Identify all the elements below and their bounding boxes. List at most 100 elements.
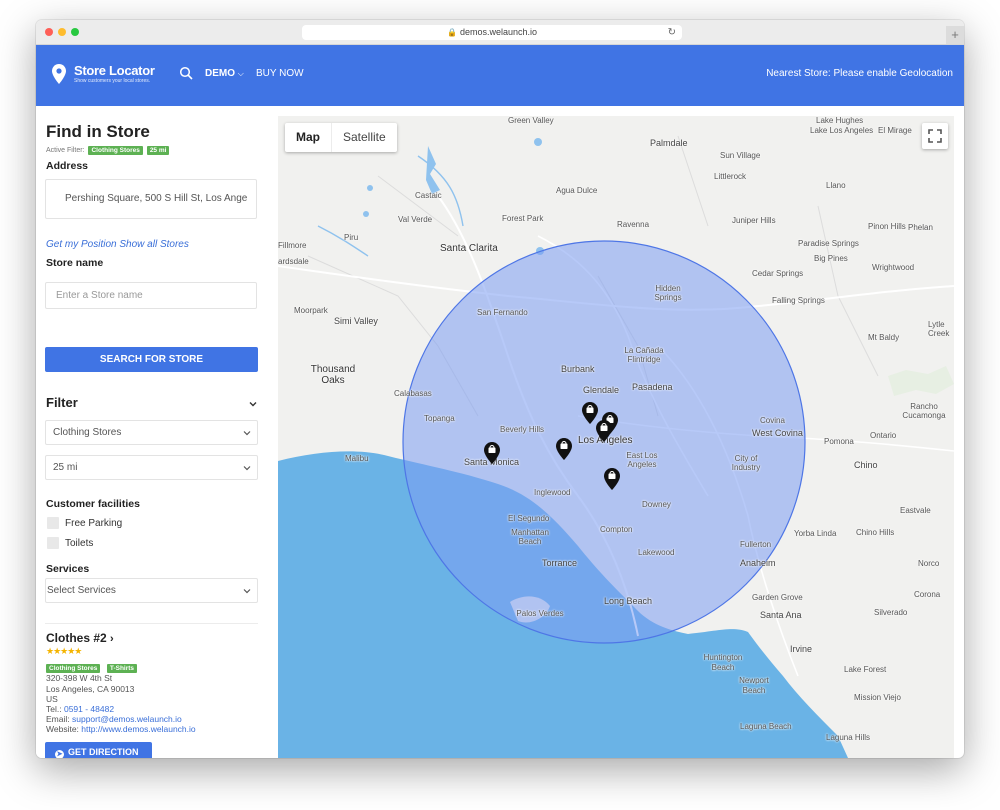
store-tag: T-Shirts [106,664,138,673]
map-place-label: La Cañada Flintridge [624,346,664,364]
map-place-label: Inglewood [534,488,571,497]
email-link[interactable]: support@demos.welaunch.io [72,714,182,724]
free-parking-checkbox[interactable] [47,517,59,529]
website-label: Website: [46,724,79,734]
map-place-label: Rancho Cucamonga [902,402,946,420]
store-marker-icon[interactable] [484,442,500,464]
category-select[interactable]: Clothing Stores [45,420,258,445]
chevron-down-icon[interactable] [249,400,257,408]
map-place-label: Irvine [790,644,813,654]
browser-window: 🔒 demos.welaunch.io ↻ + Store Locator Sho… [36,20,964,758]
map-place-label: Pomona [824,437,854,446]
map-place-label: Anaheim [740,558,776,568]
logo-title[interactable]: Store Locator [74,63,155,78]
map-place-label: Lake Hughes [816,116,864,125]
map-place-label: East Los Angeles [626,451,658,469]
nav-demo-label: DEMO [205,68,235,79]
search-for-store-button[interactable]: SEARCH FOR STORE [45,347,258,372]
map-place-label: West Covina [752,428,803,438]
map-place-label: Topanga [424,414,455,423]
divider [45,623,258,624]
map-place-label: San Fernando [477,308,528,317]
map-place-label: Corona [914,590,941,599]
services-select[interactable]: Select Services [45,578,258,603]
fullscreen-icon [928,129,942,143]
map-place-label: Fullerton [740,540,772,549]
customer-facilities-label: Customer facilities [46,498,140,510]
satellite-view-tab[interactable]: Satellite [331,123,397,152]
url-text: demos.welaunch.io [459,27,537,37]
store-marker-icon[interactable] [596,420,612,442]
free-parking-label[interactable]: Free Parking [65,518,122,529]
map-place-label: Juniper Hills [732,216,776,225]
map-place-label: Thousand Oaks [310,364,356,386]
map-place-label: Ontario [870,431,897,440]
nav-demo[interactable]: DEMO ⌵ [205,68,244,79]
search-icon[interactable] [179,66,193,80]
category-select-value: Clothing Stores [53,427,122,438]
address-input[interactable]: Pershing Square, 500 S Hill St, Los Ange [45,179,257,219]
store-map[interactable]: Map Satellite Green Valley Lake Hughes L… [278,116,954,758]
chevron-down-icon [243,466,251,471]
map-place-label: Manhattan Beach [511,528,549,546]
map-view-tab[interactable]: Map [285,123,331,152]
site-header: Store Locator Show customers your local … [36,45,964,106]
lock-icon: 🔒 [446,28,457,37]
map-place-label: Ravenna [617,220,650,229]
reload-icon[interactable]: ↻ [668,25,676,40]
chevron-down-icon [243,431,251,436]
services-select-placeholder: Select Services [47,585,116,596]
store-name-input[interactable]: Enter a Store name [45,282,257,309]
location-pin-icon [52,64,66,84]
store-marker-icon[interactable] [604,468,620,490]
map-place-label: Agua Dulce [556,186,598,195]
address-bar[interactable]: 🔒 demos.welaunch.io ↻ [302,25,682,40]
map-place-label: Castaic [415,191,442,200]
map-place-label: Downey [642,500,671,509]
radius-select[interactable]: 25 mi [45,455,258,480]
map-place-label: Santa Ana [760,610,802,620]
chevron-down-icon: ⌵ [237,69,244,78]
map-place-label: Paradise Springs [798,239,859,248]
store-marker-icon[interactable] [556,438,572,460]
map-place-label: Green Valley [508,116,554,125]
map-place-label: El Segundo [508,514,550,523]
get-my-position-link[interactable]: Get my Position [46,239,117,250]
new-tab-button[interactable]: + [946,26,964,44]
phone-label: Tel.: [46,704,62,714]
page-title: Find in Store [46,122,150,141]
nearest-store-status[interactable]: Nearest Store: Please enable Geolocation [766,68,953,79]
chevron-down-icon [243,589,251,594]
map-place-label: Piru [344,233,359,242]
active-filter-label: Active Filter: [46,147,85,154]
map-place-label: Cedar Springs [752,269,804,278]
toilets-label[interactable]: Toilets [65,538,93,549]
map-place-label: Laguna Beach [740,722,792,731]
fullscreen-button[interactable] [922,123,948,149]
map-place-label: El Mirage [878,126,912,135]
rating-stars: ★★★★★ [46,646,82,656]
filter-title[interactable]: Filter [46,395,78,410]
map-place-label: Huntington Beach [703,653,743,672]
get-direction-button[interactable]: ➤ GET DIRECTION [45,742,152,758]
store-email: Email: support@demos.welaunch.io [46,714,182,724]
map-place-label: Torrance [542,558,578,568]
zoom-window-button[interactable] [71,28,79,36]
map-place-label: Santa Clarita [440,243,498,254]
store-result-title[interactable]: Clothes #2 › [46,631,114,645]
nav-buy-now[interactable]: BUY NOW [256,68,304,79]
close-window-button[interactable] [45,28,53,36]
show-all-stores-link[interactable]: Show all Stores [119,239,188,250]
toilets-checkbox[interactable] [47,537,59,549]
minimize-window-button[interactable] [58,28,66,36]
map-place-label: Yorba Linda [794,529,837,538]
map-place-label: City of Industry [731,454,761,472]
store-result-name: Clothes #2 [46,631,107,645]
map-place-label: Val Verde [398,215,433,224]
map-place-label: Sun Village [720,151,761,160]
store-website: Website: http://www.demos.welaunch.io [46,724,196,734]
website-link[interactable]: http://www.demos.welaunch.io [81,724,195,734]
logo-subtitle: Show customers your local stores. [74,78,151,84]
phone-link[interactable]: 0591 - 48482 [64,704,114,714]
map-place-label: Norco [918,559,940,568]
